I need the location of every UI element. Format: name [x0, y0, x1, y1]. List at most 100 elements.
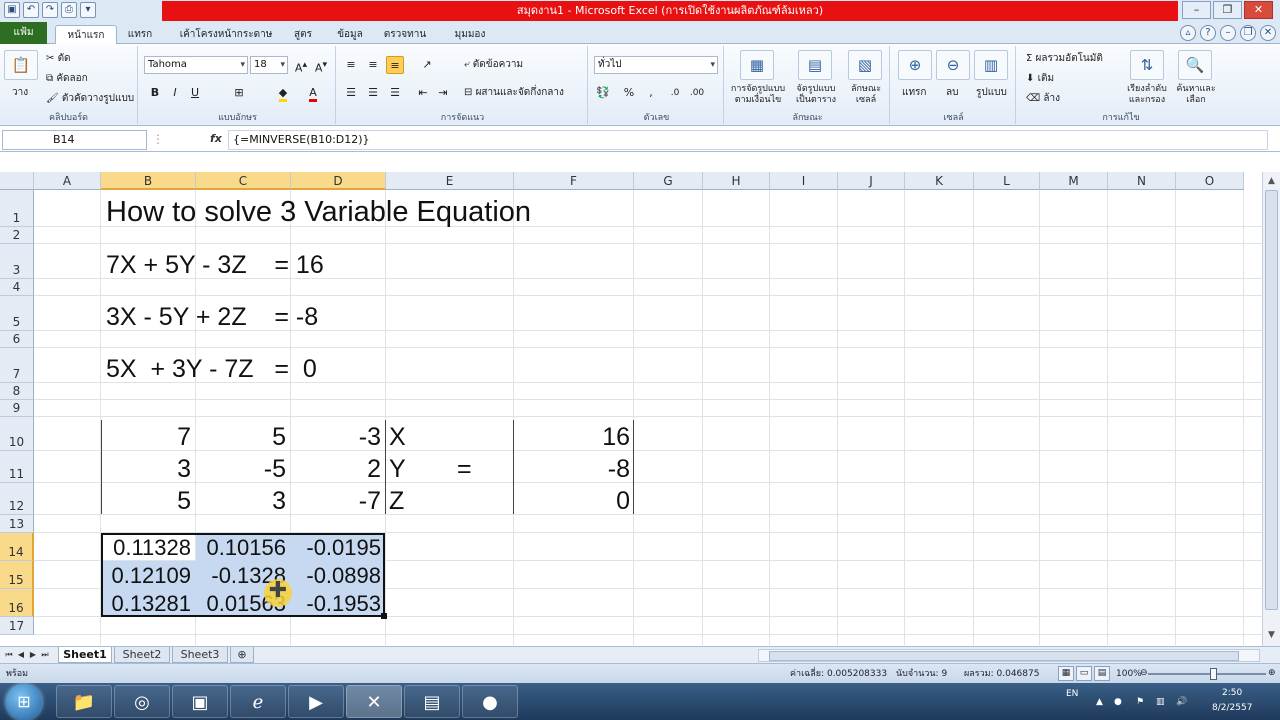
fill-button[interactable]: ⬇ เติม — [1026, 70, 1054, 88]
excel-icon[interactable]: ✕ — [346, 685, 402, 718]
row-header-3[interactable]: 3 — [0, 244, 34, 279]
clock-time[interactable]: 2:50 — [1222, 686, 1242, 700]
fill-color-icon[interactable]: ◆ — [274, 84, 292, 102]
flag-icon[interactable]: ⚑ — [1136, 695, 1144, 709]
ie-icon[interactable]: ℯ — [230, 685, 286, 718]
new-sheet-icon[interactable]: ⊕ — [230, 647, 254, 663]
column-header-n[interactable]: N — [1108, 172, 1176, 190]
tab-data[interactable]: ข้อมูล — [330, 25, 370, 44]
horizontal-scroll-thumb[interactable] — [769, 651, 1239, 661]
percent-icon[interactable]: % — [620, 84, 638, 102]
select-all-corner[interactable] — [0, 172, 34, 190]
format-cells-icon[interactable]: ▥ — [974, 50, 1008, 80]
column-header-l[interactable]: L — [974, 172, 1040, 190]
matrix-cell[interactable]: 2 — [291, 457, 381, 482]
equals-cell[interactable]: = — [457, 457, 472, 482]
decrease-indent-icon[interactable]: ⇤ — [414, 84, 432, 102]
font-size-combo[interactable]: 18 — [250, 56, 288, 74]
recorder-icon[interactable]: ● — [462, 685, 518, 718]
row-header-16[interactable]: 16 — [0, 589, 34, 617]
tray-app-icon[interactable]: ● — [1114, 695, 1122, 709]
column-header-a[interactable]: A — [34, 172, 101, 190]
find-select-icon[interactable]: 🔍 — [1178, 50, 1212, 80]
matrix-cell[interactable]: 3 — [101, 457, 191, 482]
number-format-combo[interactable]: ทั่วไป — [594, 56, 718, 74]
zoom-slider-knob[interactable] — [1210, 668, 1217, 680]
normal-view-icon[interactable]: ▦ — [1058, 666, 1074, 681]
orientation-icon[interactable]: ↗ — [418, 56, 436, 74]
horizontal-scrollbar[interactable] — [758, 649, 1260, 662]
folder-icon[interactable]: ▤ — [404, 685, 460, 718]
delete-cells-button[interactable]: ลบ — [946, 84, 958, 102]
undo-icon[interactable]: ↶ — [23, 2, 39, 18]
collapse-ribbon-icon[interactable]: ▵ — [1180, 25, 1196, 41]
tab-page-layout[interactable]: เค้าโครงหน้ากระดาษ — [170, 25, 282, 44]
align-left-icon[interactable]: ☰ — [342, 84, 360, 102]
align-bottom-icon[interactable]: ≡ — [386, 56, 404, 74]
zoom-level[interactable]: 100% — [1116, 667, 1142, 681]
close-workbook-icon[interactable]: ✕ — [1260, 25, 1276, 41]
delete-cells-icon[interactable]: ⊖ — [936, 50, 970, 80]
zoom-slider[interactable] — [1148, 673, 1266, 675]
row-header-15[interactable]: 15 — [0, 561, 34, 589]
clock-date[interactable]: 8/2/2557 — [1212, 701, 1252, 715]
matrix-cell[interactable]: 5 — [196, 425, 286, 450]
matrix-cell[interactable]: -7 — [291, 489, 381, 514]
restore-icon[interactable]: ❐ — [1213, 1, 1242, 19]
column-header-f[interactable]: F — [514, 172, 634, 190]
column-header-c[interactable]: C — [196, 172, 291, 190]
format-table-icon[interactable]: ▤ — [798, 50, 832, 80]
tray-expand-icon[interactable]: ▲ — [1096, 695, 1103, 709]
sheet-tab-sheet1[interactable]: Sheet1 — [58, 647, 112, 663]
row-header-12[interactable]: 12 — [0, 483, 34, 515]
conditional-format-button[interactable]: การจัดรูปแบบตามเงื่อนไข — [728, 84, 788, 105]
font-name-combo[interactable]: Tahoma — [144, 56, 248, 74]
row-header-10[interactable]: 10 — [0, 417, 34, 451]
align-center-icon[interactable]: ☰ — [364, 84, 382, 102]
cell-styles-icon[interactable]: ▧ — [848, 50, 882, 80]
next-sheet-icon[interactable]: ▶ — [28, 648, 38, 662]
grow-font-icon[interactable]: A▴ — [292, 56, 310, 75]
align-top-icon[interactable]: ≡ — [342, 56, 360, 74]
tab-file[interactable]: แฟ้ม — [0, 22, 47, 44]
customize-icon[interactable]: ▾ — [80, 2, 96, 18]
wrap-text-button[interactable]: ⤶ ตัดข้อความ — [464, 56, 523, 74]
matrix-cell[interactable]: 3 — [196, 489, 286, 514]
prev-sheet-icon[interactable]: ◀ — [16, 648, 26, 662]
fill-handle[interactable] — [381, 613, 387, 619]
cut-button[interactable]: ✂ ตัด — [46, 50, 71, 68]
conditional-format-icon[interactable]: ▦ — [740, 50, 774, 80]
increase-decimal-icon[interactable]: .0 — [666, 84, 684, 102]
constant-cell[interactable]: 0 — [514, 489, 630, 514]
scroll-up-icon[interactable]: ▲ — [1264, 174, 1279, 189]
redo-icon[interactable]: ↷ — [42, 2, 58, 18]
tab-insert[interactable]: แทรก — [120, 25, 160, 44]
row-header-9[interactable]: 9 — [0, 400, 34, 417]
autosum-button[interactable]: Σ ผลรวมอัตโนมัติ — [1026, 50, 1103, 68]
zoom-in-icon[interactable]: ⊕ — [1268, 666, 1276, 680]
volume-icon[interactable]: 🔊 — [1176, 695, 1187, 709]
matrix-cell[interactable]: 7 — [101, 425, 191, 450]
save-icon[interactable]: ▣ — [4, 2, 20, 18]
equation-1-cell[interactable]: 7X + 5Y - 3Z = 16 — [106, 253, 324, 278]
column-header-m[interactable]: M — [1040, 172, 1108, 190]
zoom-out-icon[interactable]: ⊖ — [1140, 666, 1148, 680]
row-header-17[interactable]: 17 — [0, 617, 34, 635]
constant-cell[interactable]: -8 — [514, 457, 630, 482]
column-header-j[interactable]: J — [838, 172, 905, 190]
italic-button[interactable]: I — [166, 84, 184, 102]
equation-2-cell[interactable]: 3X - 5Y + 2Z = -8 — [106, 305, 318, 330]
format-painter-button[interactable]: 🖌 ตัวคัดวางรูปแบบ — [46, 90, 134, 108]
name-box[interactable]: B14 — [2, 130, 147, 150]
matrix-cell[interactable]: -5 — [196, 457, 286, 482]
sheet-tab-sheet3[interactable]: Sheet3 — [172, 647, 228, 663]
column-header-b[interactable]: B — [101, 172, 196, 190]
restore-workbook-icon[interactable]: ❐ — [1240, 25, 1256, 41]
row-header-1[interactable]: 1 — [0, 190, 34, 227]
merge-center-button[interactable]: ⊟ ผสานและจัดกึ่งกลาง — [464, 84, 564, 102]
increase-indent-icon[interactable]: ⇥ — [434, 84, 452, 102]
column-header-g[interactable]: G — [634, 172, 703, 190]
row-header-13[interactable]: 13 — [0, 515, 34, 533]
currency-icon[interactable]: 💱 — [594, 84, 612, 102]
insert-cells-button[interactable]: แทรก — [902, 84, 926, 102]
